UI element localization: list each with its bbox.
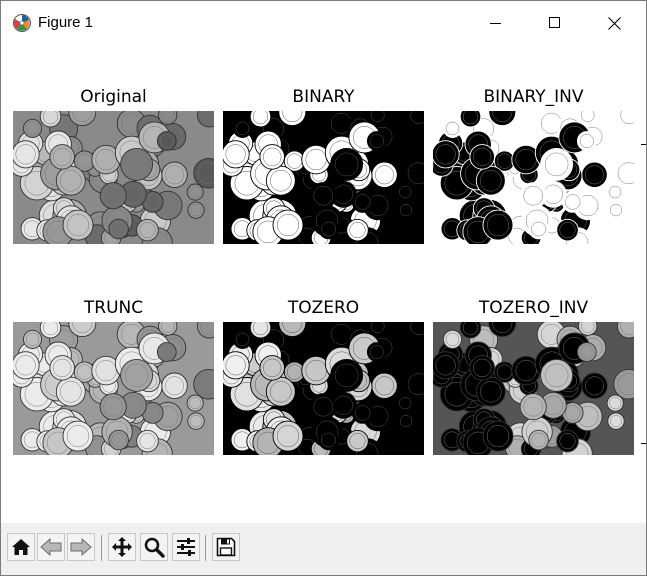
edge-mark (641, 144, 646, 145)
zoom-button[interactable] (140, 533, 168, 561)
coin-shape (49, 355, 75, 381)
subplots-sliders-icon (177, 538, 195, 556)
coin-shape (62, 420, 94, 452)
toolbar-separator (101, 535, 102, 561)
panel-title-binary-inv: BINARY_INV (483, 87, 584, 107)
panel-title-binary: BINARY (292, 87, 355, 107)
close-icon (607, 16, 621, 30)
window-title: Figure 1 (38, 14, 94, 31)
pan-button[interactable] (108, 533, 136, 561)
binary-inv-coins-image (433, 111, 634, 244)
coin-shape (259, 355, 285, 381)
coin-shape (482, 420, 514, 452)
coin-shape (469, 144, 495, 170)
coin-shape (330, 358, 364, 392)
forward-button[interactable] (67, 533, 95, 561)
coin-shape (120, 358, 154, 392)
panel-title-original: Original (80, 87, 147, 107)
figure-canvas[interactable]: Original BINARY BINARY_INV TRUNC TOZERO … (1, 45, 646, 523)
matplotlib-logo-icon (13, 14, 31, 32)
tozero-inv-coins-image (433, 322, 634, 455)
toolbar-separator (205, 535, 206, 561)
coin-shape (259, 144, 285, 170)
coin-shape (265, 376, 296, 407)
original-coins-image (13, 111, 214, 244)
back-button[interactable] (37, 533, 65, 561)
coin-shape (540, 358, 574, 392)
coin-shape (55, 376, 86, 407)
coin-shape (49, 144, 75, 170)
coin-shape (120, 147, 154, 181)
pan-move-icon (112, 537, 132, 557)
forward-arrow-icon (70, 537, 92, 557)
minimize-icon (490, 23, 501, 24)
maximize-icon (549, 17, 560, 28)
panel-title-tozero-inv: TOZERO_INV (478, 298, 589, 318)
coin-shape (475, 165, 506, 196)
panel-title-tozero: TOZERO (287, 298, 360, 318)
edge-mark (641, 443, 646, 444)
figure-window: Figure 1 Original BINARY BINARY_INV TRUN… (0, 0, 647, 576)
navigation-toolbar (1, 523, 646, 575)
close-button[interactable] (584, 1, 644, 45)
coin-shape (330, 147, 364, 181)
coin-shape (272, 209, 304, 241)
coin-shape (272, 420, 304, 452)
save-floppy-icon (216, 537, 236, 557)
title-bar[interactable]: Figure 1 (1, 1, 646, 45)
coin-shape (519, 393, 547, 421)
configure-subplots-button[interactable] (172, 533, 200, 561)
zoom-magnifier-icon (144, 537, 165, 558)
home-icon (12, 539, 30, 555)
coin-shape (475, 376, 506, 407)
trunc-coins-image (13, 322, 214, 455)
back-arrow-icon (40, 537, 62, 557)
home-button[interactable] (7, 533, 35, 561)
coin-shape (540, 147, 574, 181)
coin-shape (469, 355, 495, 381)
binary-coins-image (223, 111, 424, 244)
coin-shape (99, 182, 127, 210)
tozero-coins-image (223, 322, 424, 455)
coin-shape (519, 182, 547, 210)
coin-shape (309, 393, 337, 421)
coin-shape (265, 165, 296, 196)
save-button[interactable] (212, 533, 240, 561)
panel-title-trunc: TRUNC (83, 298, 144, 318)
coin-shape (99, 393, 127, 421)
coin-shape (55, 165, 86, 196)
coin-shape (309, 182, 337, 210)
coin-shape (482, 209, 514, 241)
coin-shape (62, 209, 94, 241)
maximize-button[interactable] (525, 1, 585, 45)
minimize-button[interactable] (466, 1, 526, 45)
